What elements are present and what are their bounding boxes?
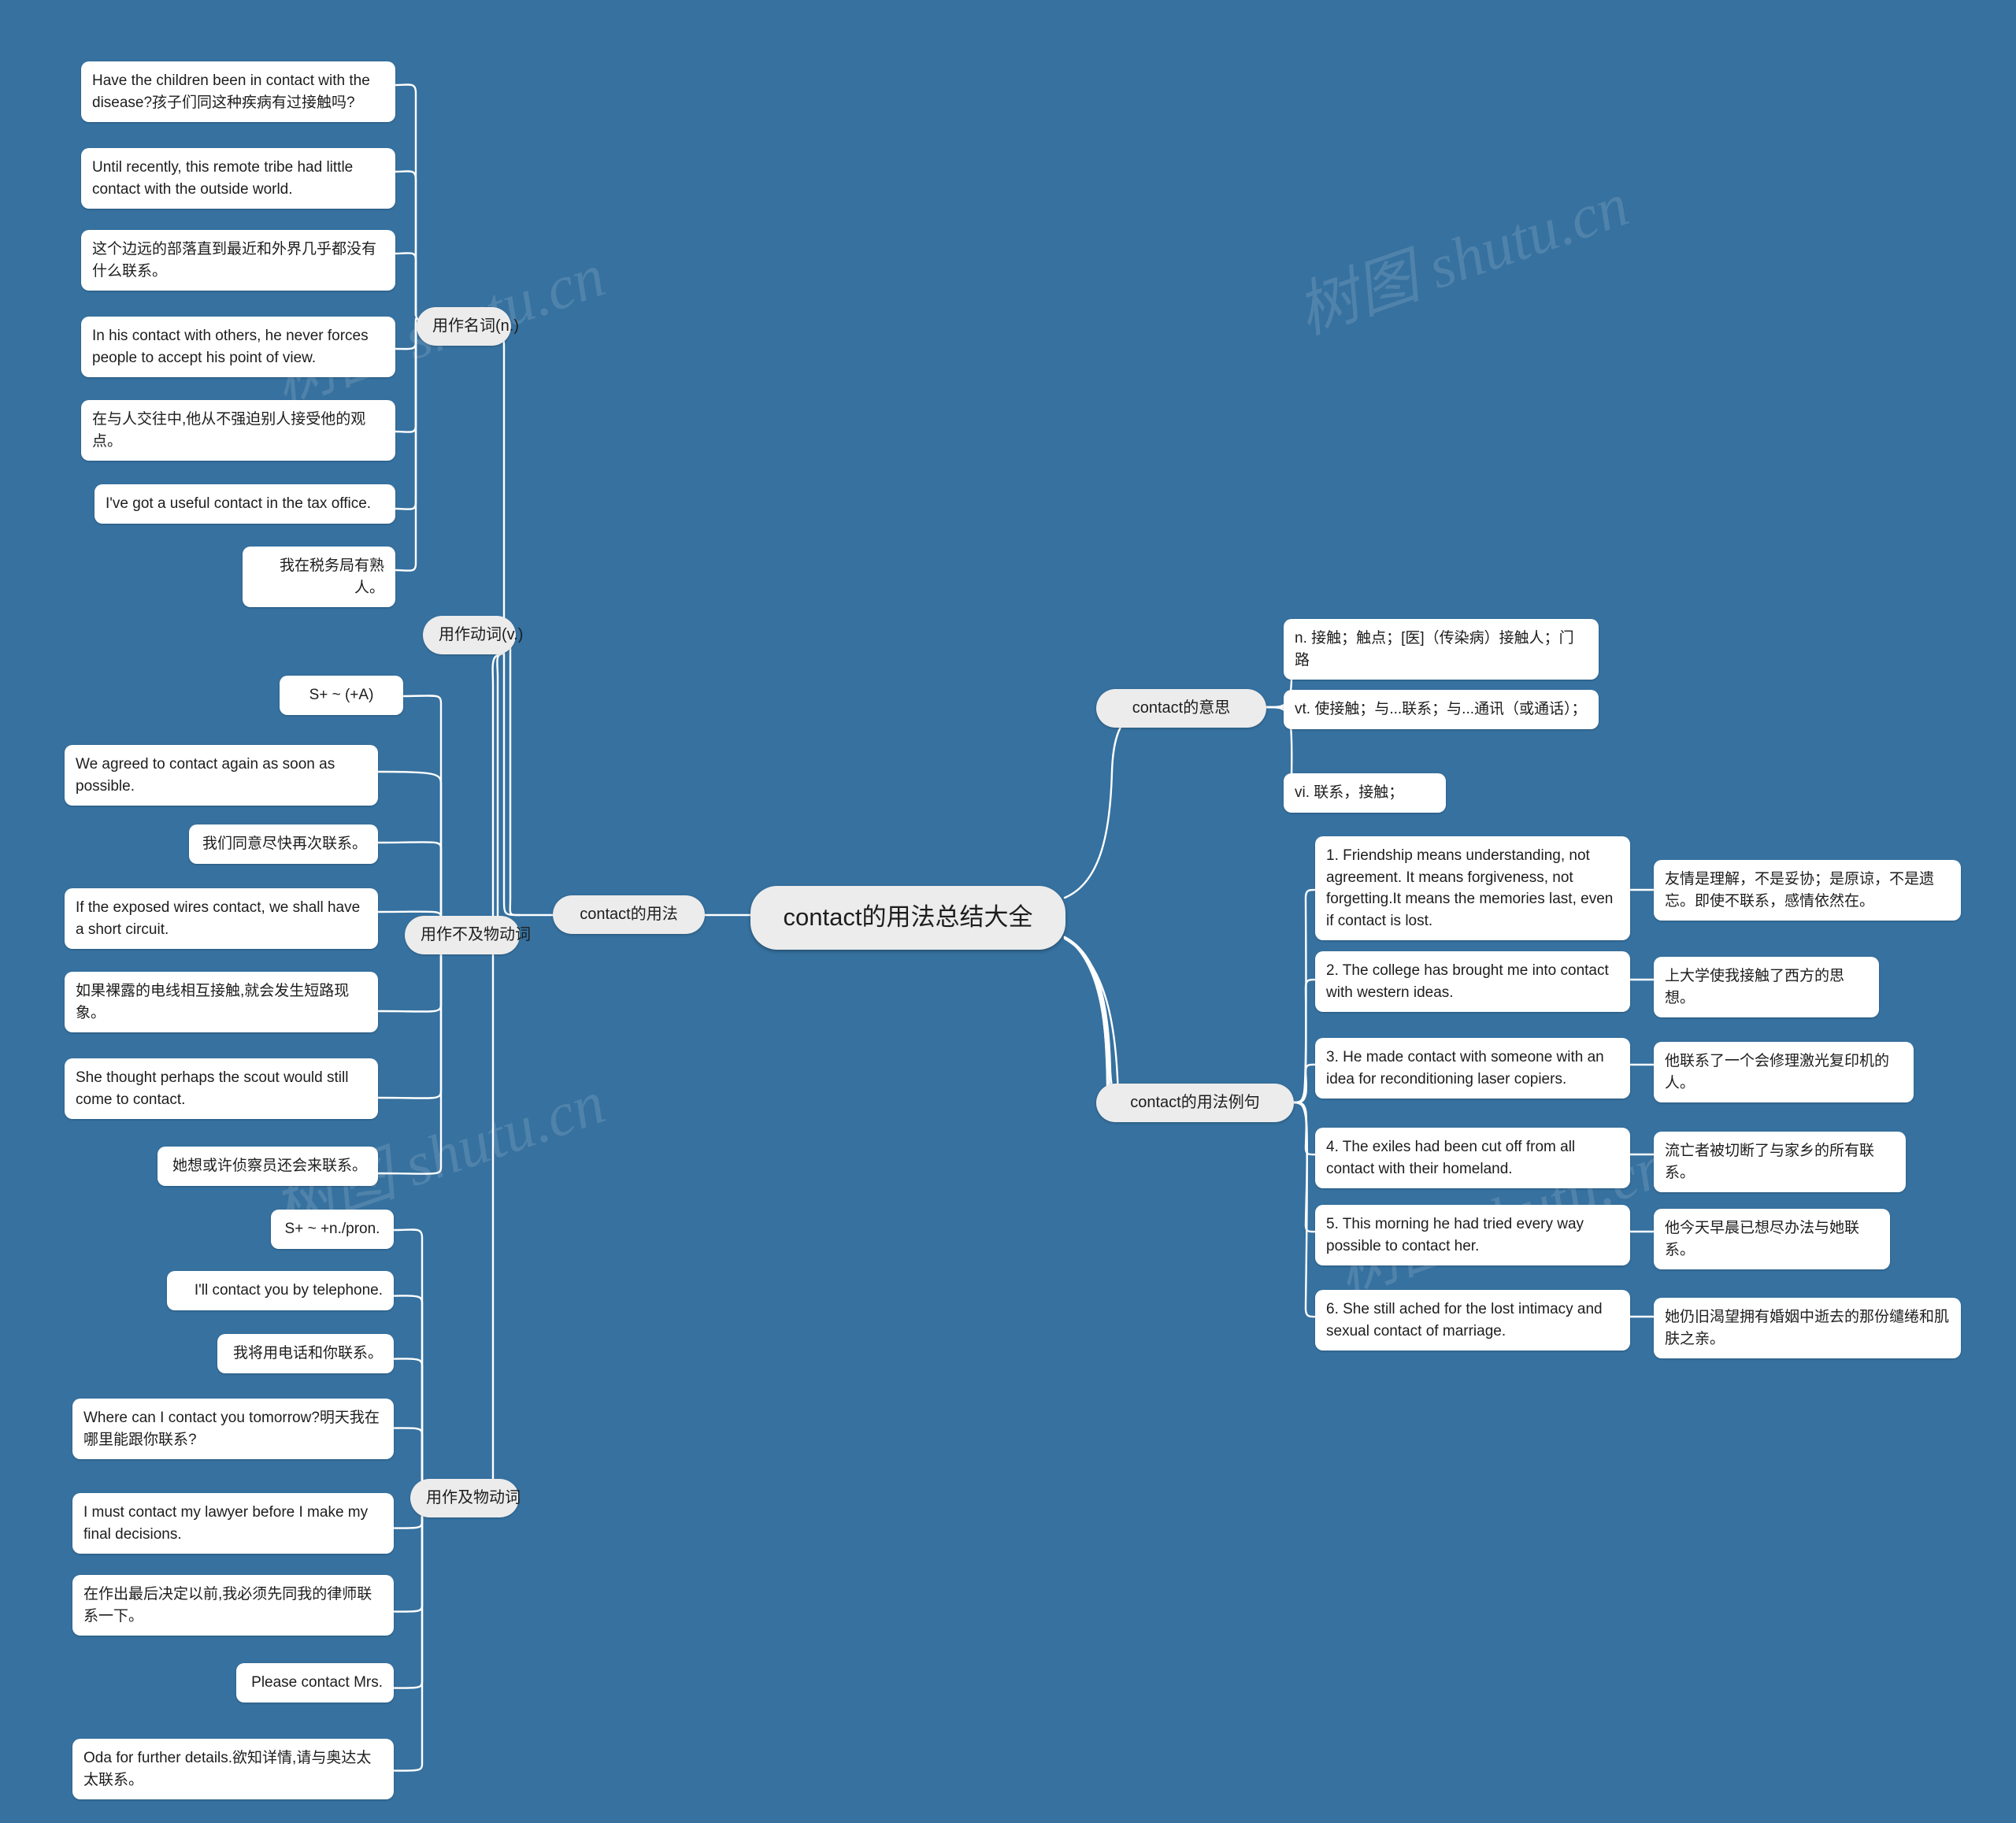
list-item[interactable]: 她想或许侦察员还会来联系。 <box>158 1147 378 1186</box>
branch-usage[interactable]: contact的用法 <box>553 895 705 934</box>
list-item[interactable]: 我将用电话和你联系。 <box>217 1334 394 1373</box>
list-item[interactable]: We agreed to contact again as soon as po… <box>65 745 378 806</box>
meaning-transitive[interactable]: vt. 使接触；与...联系；与...通讯（或通话）； <box>1284 690 1599 729</box>
branch-meaning[interactable]: contact的意思 <box>1096 689 1266 728</box>
list-item[interactable]: She thought perhaps the scout would stil… <box>65 1058 378 1120</box>
list-item[interactable]: Until recently, this remote tribe had li… <box>81 148 395 209</box>
list-item[interactable]: I must contact my lawyer before I make m… <box>72 1493 394 1554</box>
example-sentence-en[interactable]: 3. He made contact with someone with an … <box>1315 1038 1630 1099</box>
pattern-intransitive[interactable]: S+ ~ (+A) <box>280 676 403 715</box>
list-item[interactable]: I've got a useful contact in the tax off… <box>94 484 395 524</box>
example-sentence-zh[interactable]: 他联系了一个会修理激光复印机的人。 <box>1654 1042 1914 1103</box>
list-item[interactable]: If the exposed wires contact, we shall h… <box>65 888 378 950</box>
example-sentence-zh[interactable]: 她仍旧渴望拥有婚姻中逝去的那份缱绻和肌肤之亲。 <box>1654 1298 1961 1359</box>
example-sentence-en[interactable]: 2. The college has brought me into conta… <box>1315 951 1630 1013</box>
list-item[interactable]: 这个边远的部落直到最近和外界几乎都没有什么联系。 <box>81 230 395 291</box>
example-sentence-zh[interactable]: 上大学使我接触了西方的思想。 <box>1654 957 1879 1018</box>
watermark: 树图 shutu.cn <box>1288 169 1637 347</box>
list-item[interactable]: 在与人交往中,他从不强迫别人接受他的观点。 <box>81 400 395 461</box>
list-item[interactable]: Where can I contact you tomorrow?明天我在哪里能… <box>72 1399 394 1460</box>
subbranch-noun[interactable]: 用作名词(n.) <box>417 307 519 346</box>
example-sentence-zh[interactable]: 友情是理解，不是妥协；是原谅，不是遗忘。即使不联系，感情依然在。 <box>1654 860 1961 921</box>
list-item[interactable]: I'll contact you by telephone. <box>167 1271 394 1310</box>
list-item[interactable]: Please contact Mrs. <box>236 1663 394 1703</box>
list-item[interactable]: In his contact with others, he never for… <box>81 317 395 378</box>
pattern-transitive[interactable]: S+ ~ +n./pron. <box>271 1210 394 1249</box>
list-item[interactable]: 我在税务局有熟人。 <box>243 547 395 608</box>
list-item[interactable]: 我们同意尽快再次联系。 <box>189 824 378 864</box>
list-item[interactable]: 在作出最后决定以前,我必须先同我的律师联系一下。 <box>72 1575 394 1636</box>
branch-examples[interactable]: contact的用法例句 <box>1096 1084 1294 1122</box>
list-item[interactable]: Have the children been in contact with t… <box>81 61 395 123</box>
mindmap-canvas: 树图 shutu.cn 树图 shutu.cn 树图 shutu.cn 树图 s… <box>0 0 2016 1823</box>
example-sentence-en[interactable]: 4. The exiles had been cut off from all … <box>1315 1128 1630 1189</box>
subbranch-intransitive[interactable]: 用作不及物动词 <box>405 916 531 954</box>
list-item[interactable]: 如果裸露的电线相互接触,就会发生短路现象。 <box>65 972 378 1033</box>
subbranch-transitive[interactable]: 用作及物动词 <box>410 1479 521 1517</box>
list-item[interactable]: Oda for further details.欲知详情,请与奥达太太联系。 <box>72 1739 394 1800</box>
root-node[interactable]: contact的用法总结大全 <box>750 886 1065 950</box>
example-sentence-en[interactable]: 6. She still ached for the lost intimacy… <box>1315 1290 1630 1351</box>
example-sentence-zh[interactable]: 他今天早晨已想尽办法与她联系。 <box>1654 1209 1890 1270</box>
meaning-noun[interactable]: n. 接触；触点；[医]（传染病）接触人；门路 <box>1284 619 1599 680</box>
example-sentence-en[interactable]: 5. This morning he had tried every way p… <box>1315 1205 1630 1266</box>
meaning-intransitive[interactable]: vi. 联系，接触； <box>1284 773 1446 813</box>
example-sentence-en[interactable]: 1. Friendship means understanding, not a… <box>1315 836 1630 941</box>
example-sentence-zh[interactable]: 流亡者被切断了与家乡的所有联系。 <box>1654 1132 1906 1193</box>
subbranch-verb[interactable]: 用作动词(v.) <box>423 616 523 654</box>
